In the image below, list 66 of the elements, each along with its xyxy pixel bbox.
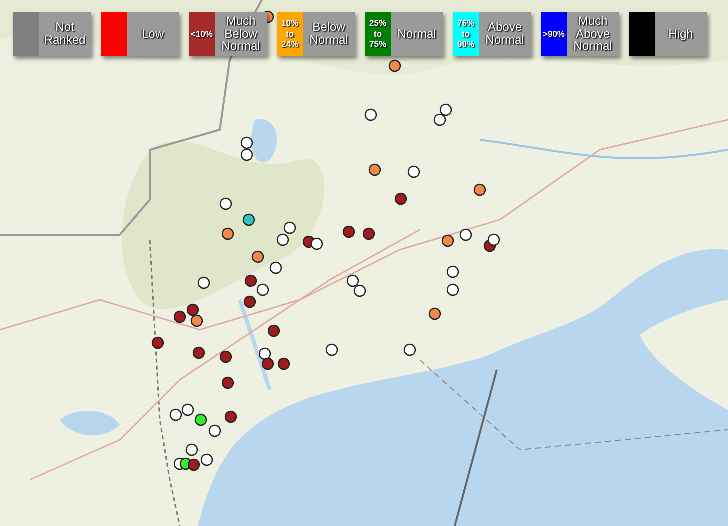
gauge-marker[interactable] [364,108,378,122]
legend-label: High [668,26,694,43]
gauge-marker[interactable] [200,454,214,466]
gauge-marker[interactable] [190,314,204,328]
gauge-marker[interactable] [174,310,186,324]
legend-label: Normal [396,26,438,43]
gauge-marker[interactable] [256,284,270,296]
gauge-marker[interactable] [186,444,198,456]
gauge-marker[interactable] [354,284,366,298]
gauge-marker[interactable] [242,214,256,226]
gauge-marker[interactable] [284,222,296,234]
gauge-marker[interactable] [460,228,472,242]
gauge-marker[interactable] [152,336,164,350]
gauge-marker[interactable] [404,344,416,356]
legend-label: Below Normal [308,19,350,49]
gauge-marker[interactable] [394,192,408,206]
gauge-marker[interactable] [186,304,200,316]
gauge-marker[interactable] [276,234,290,246]
gauge-marker[interactable] [428,308,442,320]
legend-label: Not Ranked [43,19,87,49]
gauge-marker[interactable] [408,166,420,178]
range-label: 10% to 24% [280,18,300,50]
legend-label: Much Below Normal [220,13,262,56]
gauge-marker[interactable] [446,266,460,278]
gauge-marker[interactable] [222,376,234,390]
gauge-marker[interactable] [262,358,274,370]
gauge-marker[interactable] [362,228,376,240]
legend-label: Above Normal [484,19,526,49]
gauge-marker[interactable] [440,104,452,116]
gauge-marker[interactable] [368,164,382,176]
gauge-marker[interactable] [488,234,500,246]
gauge-marker[interactable] [220,350,232,364]
gauge-marker[interactable] [270,262,282,274]
gauge-marker[interactable] [240,148,254,162]
gauge-marker[interactable] [310,238,324,250]
range-label: >90% [542,28,566,40]
range-label: 76% to 90% [456,18,476,50]
gauge-marker[interactable] [244,274,258,288]
gauge-marker[interactable] [278,358,290,370]
gauge-marker[interactable] [188,458,200,472]
gauge-marker[interactable] [446,284,460,296]
gauge-marker[interactable] [326,344,338,356]
gauge-marker[interactable] [388,60,402,72]
gauge-marker[interactable] [342,226,356,238]
range-label: <10% [190,28,214,40]
gauge-marker[interactable] [252,250,264,264]
gauge-marker[interactable] [220,198,232,210]
gauge-marker[interactable] [224,410,238,424]
gauge-marker[interactable] [240,136,254,150]
gauge-marker[interactable] [182,404,194,416]
legend-label: Much Above Normal [572,13,614,56]
range-label: 25% to 75% [368,18,388,50]
gauge-marker[interactable] [198,276,210,290]
gauge-marker[interactable] [346,274,360,288]
gauge-marker[interactable] [268,324,280,338]
gauge-marker[interactable] [434,114,446,126]
gauge-marker[interactable] [170,408,182,422]
gauge-marker[interactable] [194,414,208,426]
gauge-marker[interactable] [244,296,256,308]
legend-label: Low [140,26,165,43]
gauge-marker[interactable] [258,348,272,360]
gauge-marker[interactable] [474,184,486,196]
gauge-marker[interactable] [208,424,222,438]
gauge-marker[interactable] [192,346,206,360]
gauge-marker[interactable] [222,228,234,240]
gauge-marker[interactable] [442,234,454,248]
